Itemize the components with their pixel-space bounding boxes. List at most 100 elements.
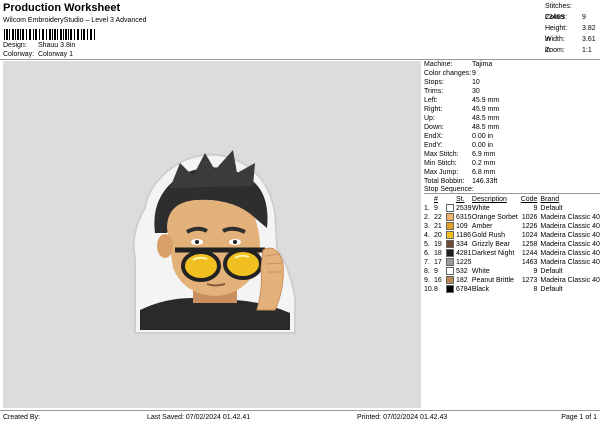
info-label: Stops: (424, 79, 444, 86)
design-label: Design: (3, 42, 27, 49)
thread-description (472, 258, 519, 267)
info-value: 9 (472, 70, 476, 77)
thread-description: Darkest Night (471, 250, 515, 257)
machine-row: Down: 48.5 mm (424, 123, 600, 132)
stop-count: 9 (433, 268, 438, 275)
barcode-bar (77, 29, 79, 40)
thread-color-swatch (446, 249, 455, 258)
barcode-bar (68, 29, 69, 40)
info-label: Left: (424, 97, 438, 104)
barcode-bar (42, 29, 44, 40)
col-stop (424, 195, 434, 204)
barcode-bar (94, 29, 95, 40)
barcode-bar (83, 29, 85, 40)
machine-row: Color changes:9 (424, 69, 600, 78)
created-by: Created By: (3, 414, 40, 421)
machine-row: Max Stitch: 6.9 mm (424, 150, 600, 159)
stop-count: 16 (433, 277, 442, 284)
barcode-bar (39, 29, 40, 40)
stop-index: 4. (424, 232, 430, 239)
stop-index: 7. (424, 259, 430, 266)
col-swatch (446, 195, 456, 204)
thread-brand: Madeira Classic 40 (540, 259, 600, 266)
stat-label: Zoom: (545, 47, 565, 54)
machine-row: Right: 45.9 mm (424, 105, 600, 114)
thread-brand: Madeira Classic 40 (540, 232, 600, 239)
barcode-bar (6, 29, 8, 40)
thread-color-swatch (446, 204, 455, 213)
thread-st: 6315 (455, 214, 472, 221)
color-swatch (446, 231, 456, 240)
design-preview (3, 61, 421, 408)
stop-row: 1. 9 2539 White 9 Default (424, 204, 600, 213)
machine-info-panel: Machine: Tajima Color changes:9 Stops: 10 … (424, 60, 600, 186)
barcode-bar (17, 29, 19, 40)
col-brand: Brand (540, 196, 560, 203)
info-label: Color changes: (424, 70, 472, 77)
barcode-bar (63, 29, 64, 40)
thread-st: 1186 (455, 232, 472, 239)
thread-description: Amber (471, 223, 493, 230)
thread-code: 8 (533, 286, 538, 293)
stop-row: 9. 16 182 Peanut Brittle 1273 Madeira Classic… (424, 276, 600, 285)
col-description: Description (471, 196, 507, 203)
thread-brand: Madeira Classic 40 (540, 214, 600, 221)
thread-brand: Default (540, 205, 563, 212)
thread-code: 1026 (521, 214, 538, 221)
barcode-bar (49, 29, 51, 40)
stat-height: Height: 3.82 in (545, 23, 600, 43)
stat-stitches: Stitches:23469 (545, 1, 600, 21)
info-value: 0.00 in (472, 133, 494, 140)
thread-code: 1226 (521, 223, 538, 230)
thread-description: White (471, 205, 490, 212)
thread-code: 1244 (521, 250, 538, 257)
barcode-bar (87, 29, 88, 40)
thread-st: 4281 (455, 250, 472, 257)
color-swatch (446, 267, 456, 276)
thread-st: 1225 (455, 259, 472, 266)
barcode-bar (74, 29, 75, 40)
thread-color-swatch (446, 231, 455, 240)
info-label: EndX: (424, 133, 444, 140)
software-name: Wilcom EmbroideryStudio – Level 3 Advanc… (3, 17, 147, 24)
machine-row: EndY: 0.00 in (424, 141, 600, 150)
machine-row: Stops: 10 (424, 78, 600, 87)
info-label: Up: (424, 115, 435, 122)
barcode-bar (9, 29, 10, 40)
thread-brand: Madeira Classic 40 (540, 250, 600, 257)
machine-row: Up: 48.5 mm (424, 114, 600, 123)
barcode-bar (22, 29, 24, 40)
barcode-bar (52, 29, 53, 40)
barcode-bar (70, 29, 72, 40)
thread-description: Grizzly Bear (471, 241, 511, 248)
color-swatch (446, 249, 456, 258)
thread-color-swatch (446, 213, 455, 222)
stat-zoom: Zoom: 1:1 (545, 45, 600, 56)
thread-code: 1258 (521, 241, 538, 248)
info-value: 6.9 mm (472, 151, 496, 158)
barcode-bar (12, 29, 14, 40)
stop-count: 19 (433, 241, 442, 248)
thread-st: 182 (455, 277, 468, 284)
color-swatch (446, 258, 456, 267)
design-value: Shauu 3.8in (37, 42, 76, 49)
info-value: 6.8 mm (472, 169, 496, 176)
stop-row: 4. 20 1186 Gold Rush 1024 Madeira Classic 40 (424, 231, 600, 240)
info-value: 30 (472, 88, 480, 95)
info-label: Max Stitch: (424, 151, 459, 158)
page-title: Production Worksheet (3, 2, 121, 14)
stop-count: 9 (433, 205, 438, 212)
color-swatch (446, 285, 456, 294)
thread-color-swatch (446, 222, 455, 231)
barcode-bar (4, 29, 5, 40)
barcode-bar (65, 29, 67, 40)
info-label: Min Stitch: (424, 160, 457, 167)
machine-row: Machine: Tajima (424, 60, 600, 69)
machine-row: Min Stitch: 0.2 mm (424, 159, 600, 168)
barcode-bar (33, 29, 34, 40)
stat-value: 9 (582, 14, 586, 21)
design-row: Design: Shauu 3.8in (3, 41, 75, 50)
worksheet-footer: Created By: Last Saved: 07/02/2024 01.42… (0, 412, 600, 423)
info-label: Right: (424, 106, 443, 113)
stop-index: 10. (424, 286, 434, 293)
